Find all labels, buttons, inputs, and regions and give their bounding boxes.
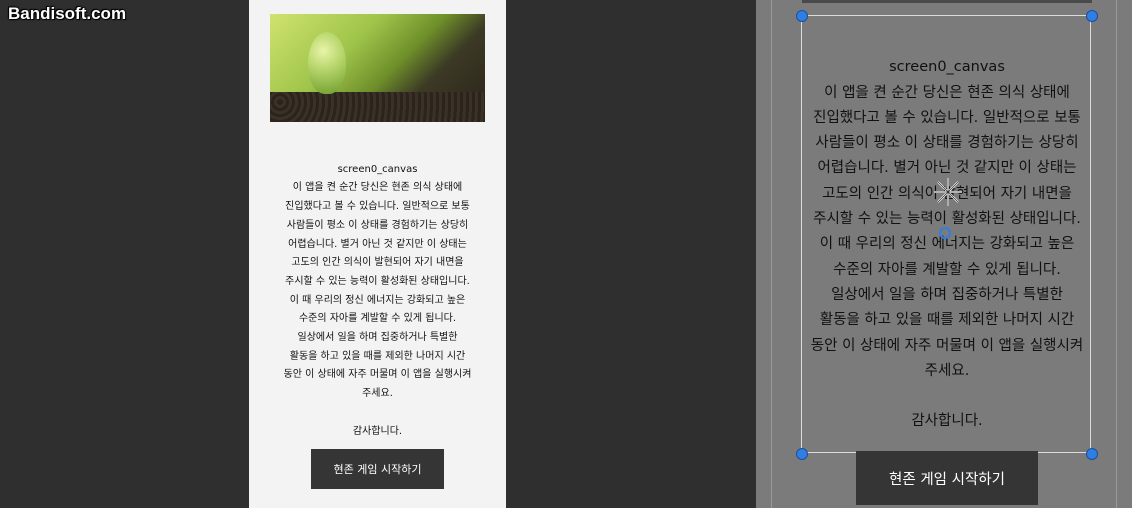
sprout-graphic — [308, 32, 346, 94]
resize-handle-bottom-left[interactable] — [796, 448, 808, 460]
preview-text-block: screen0_canvas 이 앱을 켠 순간 당신은 현존 의식 상태에 진… — [261, 142, 494, 441]
preview-start-game-button[interactable]: 현존 게임 시작하기 — [311, 449, 444, 489]
resize-handle-bottom-right[interactable] — [1086, 448, 1098, 460]
app-preview-panel: screen0_canvas 이 앱을 켠 순간 당신은 현존 의식 상태에 진… — [249, 0, 506, 508]
soil-graphic — [270, 92, 485, 122]
move-cursor-icon — [934, 178, 962, 206]
guide-line-left — [771, 0, 772, 508]
resize-handle-top-right[interactable] — [1086, 10, 1098, 22]
rotate-cursor-icon — [939, 227, 951, 239]
editor-body-text: 이 앱을 켠 순간 당신은 현존 의식 상태에 진입했다고 볼 수 있습니다. … — [810, 84, 1084, 430]
sprout-image — [270, 14, 485, 122]
bandisoft-watermark: Bandisoft.com — [8, 4, 127, 23]
resize-handle-top-left[interactable] — [796, 10, 808, 22]
preview-body-text: 이 앱을 켠 순간 당신은 현존 의식 상태에 진입했다고 볼 수 있습니다. … — [283, 182, 472, 437]
preview-canvas-name: screen0_canvas — [337, 163, 418, 175]
editor-canvas-name: screen0_canvas — [889, 59, 1005, 76]
editor-top-element — [802, 0, 1092, 3]
guide-line-right — [1116, 0, 1117, 508]
editor-start-game-button[interactable]: 현존 게임 시작하기 — [856, 451, 1038, 505]
editor-canvas-panel[interactable]: screen0_canvas 이 앱을 켠 순간 당신은 현존 의식 상태에 진… — [756, 0, 1132, 508]
